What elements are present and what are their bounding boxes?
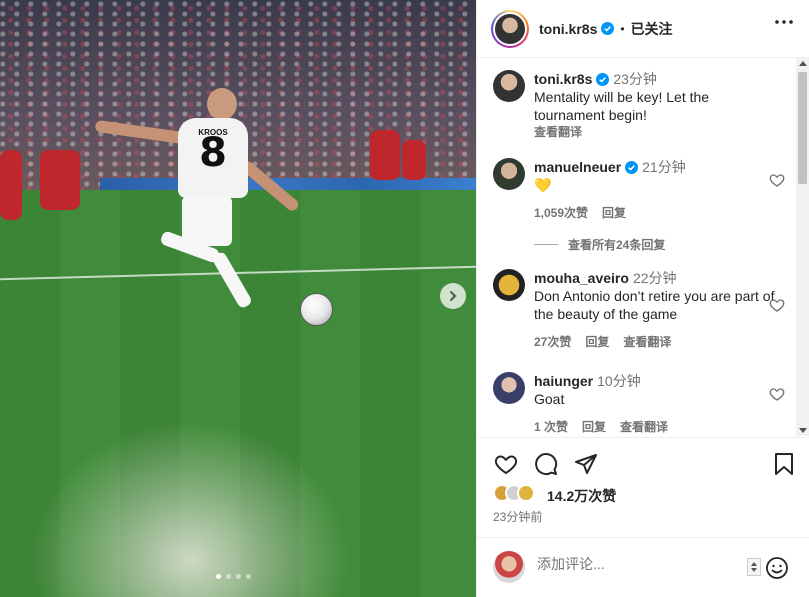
opponent-player <box>402 140 426 180</box>
comment-input[interactable] <box>537 556 737 572</box>
carousel-next-button[interactable] <box>440 283 466 309</box>
carousel-dot <box>216 574 221 579</box>
comment-time: 22分钟 <box>632 270 677 286</box>
scroll-down-arrow[interactable] <box>799 428 807 433</box>
likes-count[interactable]: 14.2万次赞 <box>547 486 616 506</box>
post-header: toni.kr8s • 已关注 <box>477 0 809 58</box>
heart-icon[interactable] <box>769 172 785 188</box>
comment-username[interactable]: mouha_aveiro <box>534 270 629 286</box>
player-shirt-number: 8 <box>199 130 227 176</box>
chevron-right-icon <box>450 291 457 301</box>
likers-avatars[interactable] <box>493 484 535 502</box>
view-replies-button[interactable]: 查看所有24条回复 <box>534 236 665 253</box>
reply-button[interactable]: 回复 <box>585 333 609 351</box>
commenter-avatar[interactable] <box>493 269 525 301</box>
carousel-dot <box>226 574 231 579</box>
comment-item: mouha_aveiro 22分钟 Don Antonio don’t retir… <box>493 269 785 351</box>
comment-text: 💛 <box>534 177 552 193</box>
comments-list[interactable]: toni.kr8s 23分钟 Mentality will be key! Let… <box>477 58 797 436</box>
replies-line <box>534 244 558 245</box>
comments-scrollbar[interactable] <box>796 58 809 436</box>
carousel-dots <box>216 574 251 579</box>
avatar-image <box>495 13 525 44</box>
opponent-player <box>40 150 80 210</box>
carousel-dot <box>236 574 241 579</box>
verified-icon <box>625 161 639 174</box>
post-media[interactable]: KROOS 8 <box>0 0 476 597</box>
posted-time: 23分钟前 <box>493 510 543 524</box>
see-translation-link[interactable]: 查看翻译 <box>623 333 671 351</box>
lens-blur <box>30 420 350 597</box>
save-icon[interactable] <box>773 452 795 476</box>
author-avatar[interactable] <box>491 9 529 48</box>
caption: toni.kr8s 23分钟 Mentality will be key! Let… <box>493 70 783 140</box>
carousel-dot <box>246 574 251 579</box>
comment-likes[interactable]: 1 次赞 <box>534 418 568 436</box>
football <box>300 293 333 326</box>
comment-item: haiunger 10分钟 Goat 1 次赞 回复 查看翻译 <box>493 372 785 436</box>
opponent-player <box>370 130 400 180</box>
comment-item: manuelneuer 21分钟 💛 1,059次赞 回复 <box>493 158 785 222</box>
comment-icon[interactable] <box>534 452 558 476</box>
reply-button[interactable]: 回复 <box>602 204 626 222</box>
commenter-avatar[interactable] <box>493 372 525 404</box>
more-icon[interactable] <box>775 20 793 24</box>
current-user-avatar <box>493 551 525 583</box>
scroll-up-arrow[interactable] <box>799 61 807 66</box>
liker-avatar <box>517 484 535 502</box>
heart-icon[interactable] <box>769 297 785 313</box>
author-username[interactable]: toni.kr8s <box>539 21 597 37</box>
input-spinner[interactable] <box>747 558 761 576</box>
commenter-avatar[interactable] <box>493 158 525 190</box>
heart-icon[interactable] <box>769 386 785 402</box>
add-comment-bar <box>477 537 809 597</box>
view-replies-label: 查看所有24条回复 <box>568 238 666 252</box>
author-avatar[interactable] <box>493 70 525 102</box>
comment-likes[interactable]: 1,059次赞 <box>534 204 588 222</box>
following-button[interactable]: 已关注 <box>631 19 673 39</box>
post-actions: 14.2万次赞 23分钟前 <box>477 437 809 537</box>
see-translation-link[interactable]: 查看翻译 <box>620 418 668 436</box>
comment-time: 21分钟 <box>642 159 686 175</box>
reply-button[interactable]: 回复 <box>582 418 606 436</box>
post-panel: toni.kr8s • 已关注 toni.kr8s 23分钟 Mentality … <box>476 0 809 597</box>
heart-icon[interactable] <box>493 452 519 476</box>
scroll-thumb[interactable] <box>798 72 807 184</box>
comment-username[interactable]: haiunger <box>534 373 593 389</box>
comment-text: Don Antonio don’t retire you are part of… <box>534 288 775 322</box>
comment-text: Goat <box>534 391 565 407</box>
comment-username[interactable]: manuelneuer <box>534 159 621 175</box>
separator-dot: • <box>620 21 625 36</box>
caption-text: Mentality will be key! Let the tournamen… <box>534 89 710 123</box>
verified-icon <box>601 22 615 35</box>
player-head <box>207 88 237 120</box>
comment-likes[interactable]: 27次赞 <box>534 333 571 351</box>
caption-time: 23分钟 <box>613 71 657 87</box>
caption-username[interactable]: toni.kr8s <box>534 71 592 87</box>
emoji-icon[interactable] <box>765 556 789 580</box>
opponent-player <box>0 150 22 220</box>
verified-icon <box>596 73 610 86</box>
comment-time: 10分钟 <box>597 373 641 389</box>
share-icon[interactable] <box>574 452 598 476</box>
see-translation-link[interactable]: 查看翻译 <box>534 124 783 140</box>
